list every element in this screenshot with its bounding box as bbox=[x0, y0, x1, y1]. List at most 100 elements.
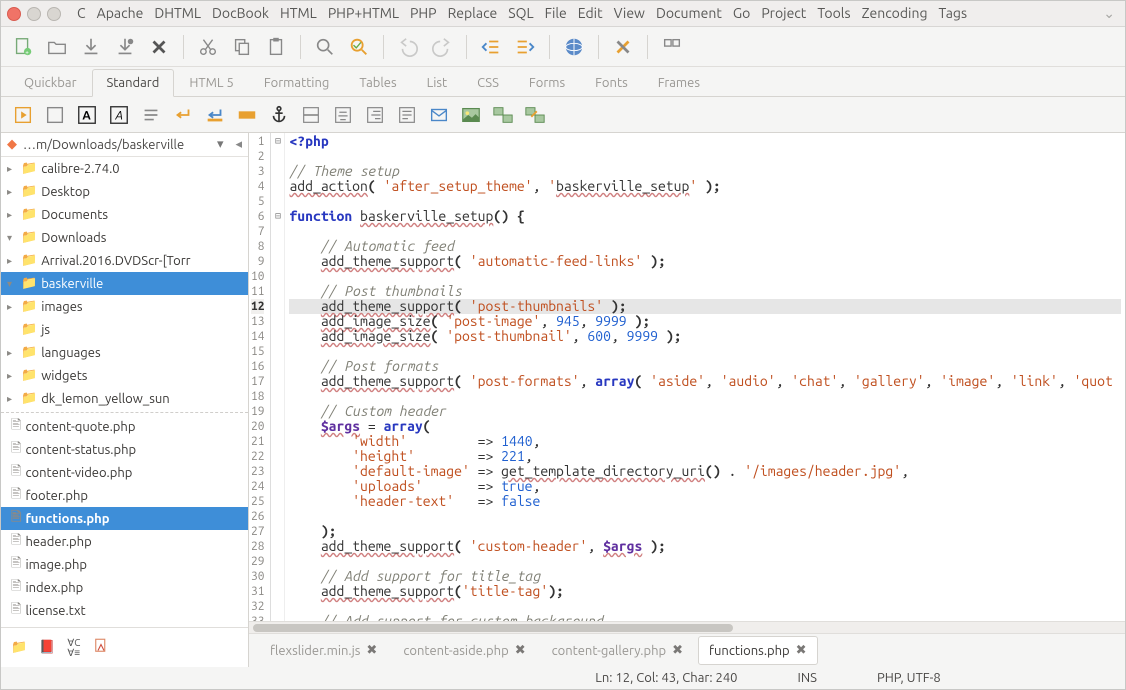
notebook-tab-formatting[interactable]: Formatting bbox=[249, 69, 345, 96]
search-replace-icon[interactable] bbox=[347, 35, 371, 59]
window-close-button[interactable] bbox=[7, 7, 21, 21]
break-clear-icon[interactable] bbox=[203, 103, 227, 127]
file-tree[interactable]: ▸📁calibre-2.74.0▸📁Desktop▸📁Documents▾📁Do… bbox=[1, 157, 248, 627]
menu-replace[interactable]: Replace bbox=[448, 5, 498, 22]
code-text[interactable]: <?php// Theme setupadd_action( 'after_se… bbox=[285, 133, 1125, 633]
tree-item[interactable]: ▾📁baskerville bbox=[1, 272, 248, 295]
menu-view[interactable]: View bbox=[614, 5, 645, 22]
notebook-tab-frames[interactable]: Frames bbox=[643, 69, 715, 96]
search-icon[interactable] bbox=[313, 35, 337, 59]
fold-column[interactable]: ⊟⊟ bbox=[271, 133, 285, 633]
close-icon[interactable]: ✖ bbox=[796, 643, 807, 658]
tree-item[interactable]: ▸📁Arrival.2016.DVDScr-[Torr bbox=[1, 249, 248, 272]
menu-php+html[interactable]: PHP+HTML bbox=[328, 5, 399, 22]
tree-item[interactable]: ▸📁calibre-2.74.0 bbox=[1, 157, 248, 180]
menu-overflow-icon[interactable]: ⌄ bbox=[1103, 5, 1115, 22]
path-selector[interactable]: ◆ …m/Downloads/baskerville ▾ ◂ bbox=[1, 133, 248, 157]
code-area[interactable]: 1234567891011121314151617181920212223242… bbox=[249, 133, 1125, 633]
paste-icon[interactable] bbox=[264, 35, 288, 59]
notebook-tab-tables[interactable]: Tables bbox=[344, 69, 411, 96]
save-as-icon[interactable] bbox=[113, 35, 137, 59]
menu-edit[interactable]: Edit bbox=[578, 5, 603, 22]
menu-tools[interactable]: Tools bbox=[817, 5, 850, 22]
snippets-icon[interactable] bbox=[92, 637, 110, 658]
close-icon[interactable]: ✖ bbox=[515, 643, 526, 658]
tree-item[interactable]: ▸📁images bbox=[1, 295, 248, 318]
file-item[interactable]: 🖹header.php bbox=[1, 530, 248, 553]
bold-icon[interactable]: A bbox=[75, 103, 99, 127]
paragraph-icon[interactable] bbox=[139, 103, 163, 127]
close-file-icon[interactable] bbox=[147, 35, 171, 59]
menu-go[interactable]: Go bbox=[733, 5, 750, 22]
filebrowser-icon[interactable]: 📁 bbox=[11, 640, 27, 655]
file-tab[interactable]: flexslider.min.js✖ bbox=[259, 636, 388, 665]
file-item[interactable]: 🖹content-quote.php bbox=[1, 415, 248, 438]
menu-sql[interactable]: SQL bbox=[508, 5, 533, 22]
redo-icon[interactable] bbox=[430, 35, 454, 59]
file-item[interactable]: 🖹image.php bbox=[1, 553, 248, 576]
tree-item[interactable]: ▸📁languages bbox=[1, 341, 248, 364]
quickstart-icon[interactable] bbox=[11, 103, 35, 127]
comment-icon[interactable] bbox=[395, 103, 419, 127]
file-item[interactable]: 🖹index.php bbox=[1, 576, 248, 599]
menu-php[interactable]: PHP bbox=[410, 5, 437, 22]
copy-icon[interactable] bbox=[230, 35, 254, 59]
notebook-tab-standard[interactable]: Standard bbox=[92, 69, 175, 97]
unindent-icon[interactable] bbox=[479, 35, 503, 59]
file-item[interactable]: 🖹content-video.php bbox=[1, 461, 248, 484]
file-item[interactable]: 🖹footer.php bbox=[1, 484, 248, 507]
cut-icon[interactable] bbox=[196, 35, 220, 59]
indent-icon[interactable] bbox=[513, 35, 537, 59]
undo-icon[interactable] bbox=[396, 35, 420, 59]
multi-thumbnail-icon[interactable] bbox=[523, 103, 547, 127]
file-tab[interactable]: functions.php✖ bbox=[698, 636, 818, 665]
menu-c[interactable]: C bbox=[77, 5, 86, 22]
open-file-icon[interactable] bbox=[45, 35, 69, 59]
browser-preview-icon[interactable] bbox=[562, 35, 586, 59]
bookmarks-icon[interactable]: 📕 bbox=[39, 640, 55, 655]
horizontal-scrollbar[interactable] bbox=[249, 621, 1125, 633]
menu-file[interactable]: File bbox=[545, 5, 567, 22]
notebook-tab-quickbar[interactable]: Quickbar bbox=[9, 69, 92, 96]
tree-item[interactable]: ▸📁widgets bbox=[1, 364, 248, 387]
body-icon[interactable] bbox=[43, 103, 67, 127]
charmap-icon[interactable]: ∀C∀≡ bbox=[67, 638, 80, 658]
file-tab[interactable]: content-gallery.php✖ bbox=[541, 636, 694, 665]
hrule-icon[interactable] bbox=[299, 103, 323, 127]
window-maximize-button[interactable] bbox=[47, 7, 61, 21]
notebook-tab-list[interactable]: List bbox=[412, 69, 463, 96]
file-item[interactable]: 🖹license.txt bbox=[1, 599, 248, 622]
rightalign-icon[interactable] bbox=[363, 103, 387, 127]
anchor-icon[interactable] bbox=[267, 103, 291, 127]
close-icon[interactable]: ✖ bbox=[672, 643, 683, 658]
new-file-icon[interactable]: + bbox=[11, 35, 35, 59]
close-icon[interactable]: ✖ bbox=[366, 643, 377, 658]
chevron-left-icon[interactable]: ◂ bbox=[235, 137, 242, 152]
menu-project[interactable]: Project bbox=[761, 5, 806, 22]
tree-item[interactable]: ▸📁Documents bbox=[1, 203, 248, 226]
menu-apache[interactable]: Apache bbox=[97, 5, 144, 22]
menu-zencoding[interactable]: Zencoding bbox=[862, 5, 928, 22]
email-icon[interactable] bbox=[427, 103, 451, 127]
file-item[interactable]: 🖹content-status.php bbox=[1, 438, 248, 461]
tree-item[interactable]: 📁js bbox=[1, 318, 248, 341]
italic-icon[interactable]: A bbox=[107, 103, 131, 127]
window-minimize-button[interactable] bbox=[27, 7, 41, 21]
thumbnail-icon[interactable] bbox=[491, 103, 515, 127]
save-icon[interactable] bbox=[79, 35, 103, 59]
file-item[interactable]: 🖹functions.php bbox=[1, 507, 248, 530]
menu-dhtml[interactable]: DHTML bbox=[154, 5, 201, 22]
preferences-icon[interactable] bbox=[611, 35, 635, 59]
file-tab[interactable]: content-aside.php✖ bbox=[392, 636, 536, 665]
menu-tags[interactable]: Tags bbox=[939, 5, 968, 22]
center-icon[interactable] bbox=[331, 103, 355, 127]
break-icon[interactable] bbox=[171, 103, 195, 127]
notebook-tab-forms[interactable]: Forms bbox=[514, 69, 580, 96]
notebook-tab-html-5[interactable]: HTML 5 bbox=[174, 69, 249, 96]
notebook-tab-css[interactable]: CSS bbox=[462, 69, 514, 96]
notebook-tab-fonts[interactable]: Fonts bbox=[580, 69, 643, 96]
tree-item[interactable]: ▸📁dk_lemon_yellow_sun bbox=[1, 387, 248, 410]
image-insert-icon[interactable] bbox=[459, 103, 483, 127]
nbsp-icon[interactable] bbox=[235, 103, 259, 127]
menu-html[interactable]: HTML bbox=[280, 5, 317, 22]
